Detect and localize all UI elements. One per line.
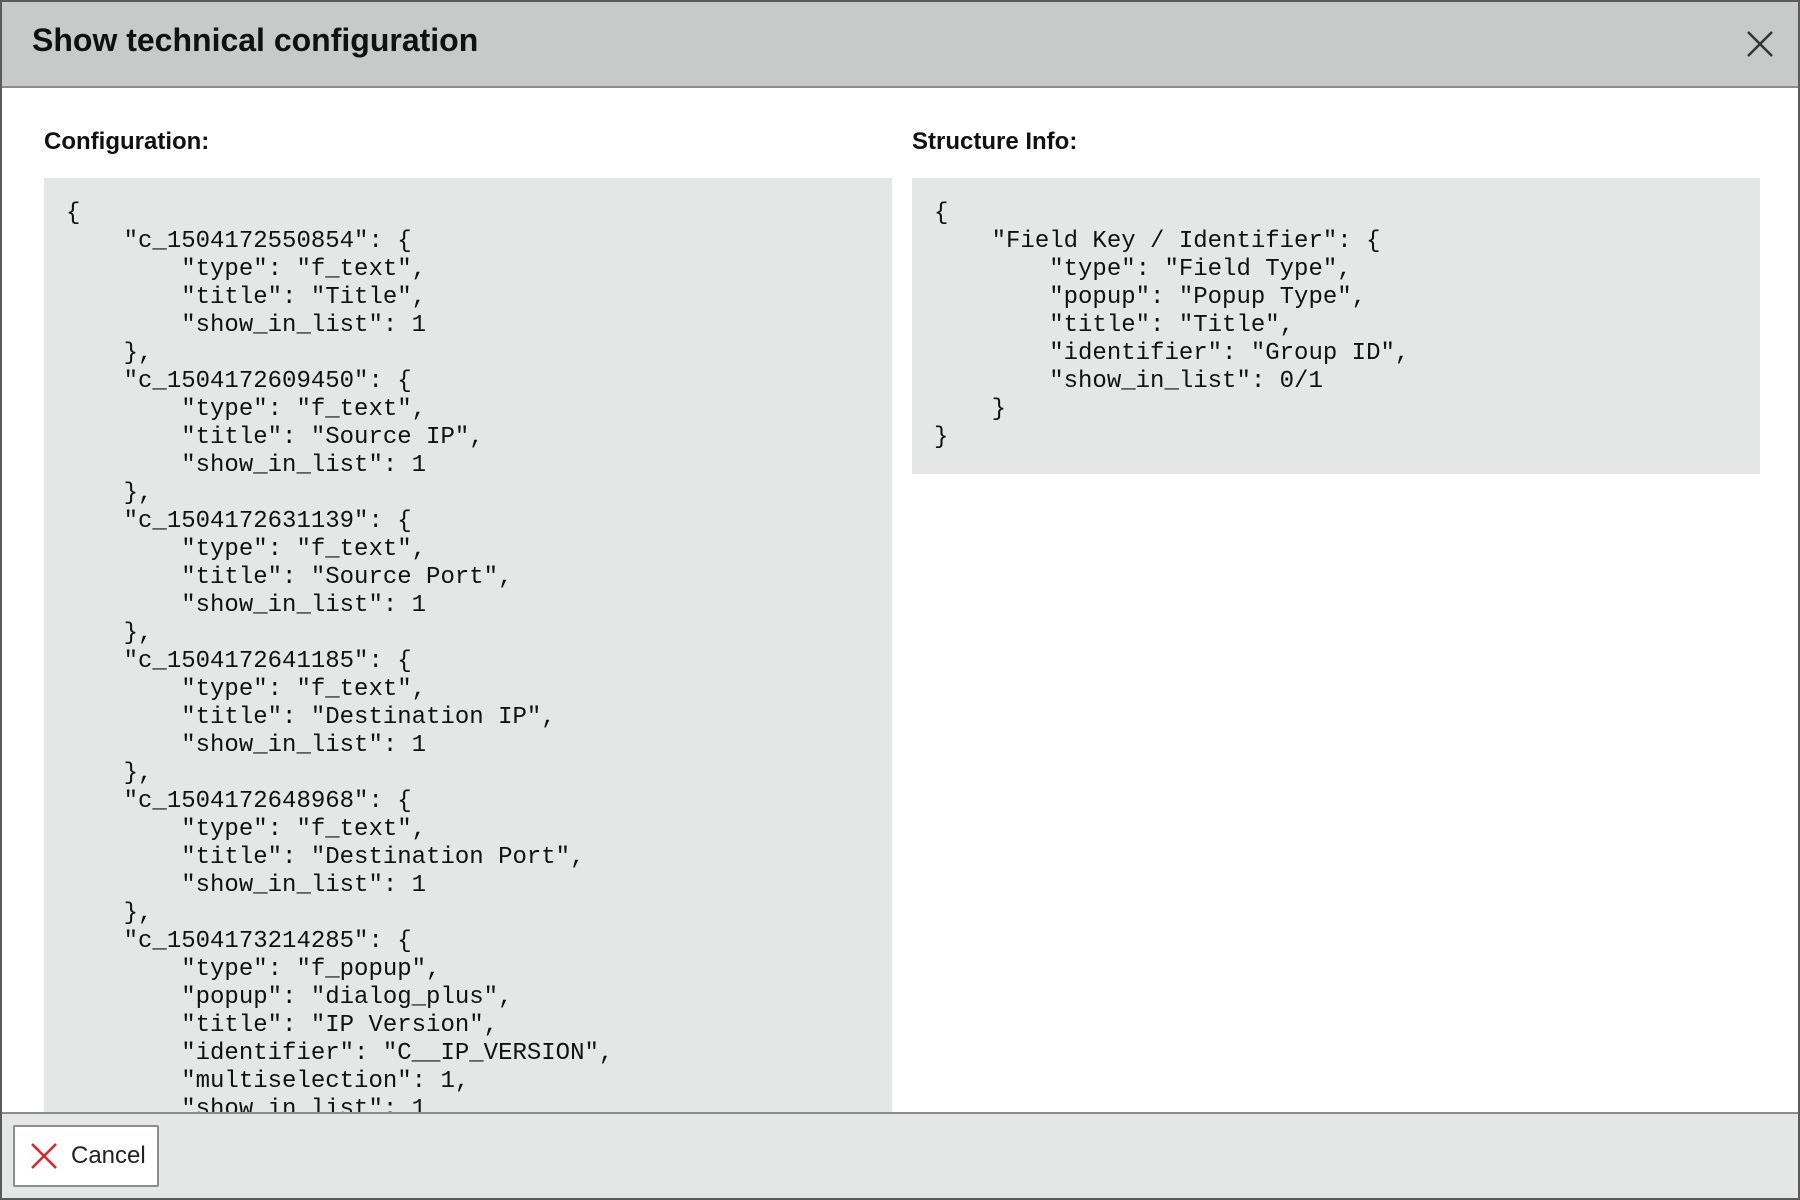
dialog-titlebar: Show technical configuration [2,2,1798,88]
configuration-code-panel[interactable]: { "c_1504172550854": { "type": "f_text",… [44,178,892,1114]
configuration-json: { "c_1504172550854": { "type": "f_text",… [66,200,614,1114]
technical-configuration-dialog: Show technical configuration Configurati… [0,0,1800,1200]
configuration-label: Configuration: [44,128,210,155]
cancel-button-label: Cancel [71,1142,146,1169]
structure-info-json: { "Field Key / Identifier": { "type": "F… [934,200,1410,451]
structure-info-code-panel[interactable]: { "Field Key / Identifier": { "type": "F… [912,178,1760,474]
dialog-footer: Cancel [2,1112,1798,1198]
close-icon[interactable] [1742,26,1778,62]
close-icon [29,1141,59,1171]
dialog-title: Show technical configuration [32,22,479,58]
structure-info-label: Structure Info: [912,128,1078,155]
dialog-body: Configuration: { "c_1504172550854": { "t… [2,88,1798,1114]
cancel-button[interactable]: Cancel [13,1125,159,1187]
